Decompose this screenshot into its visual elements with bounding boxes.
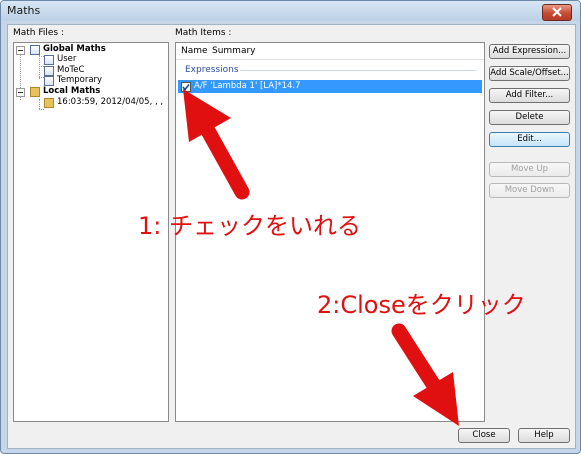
arrow-to-checkbox	[183, 89, 250, 200]
maths-dialog: Maths Math Files : Math Items : Global M…	[0, 0, 581, 454]
annotation-arrows	[183, 89, 459, 426]
arrow-to-close	[391, 323, 459, 426]
